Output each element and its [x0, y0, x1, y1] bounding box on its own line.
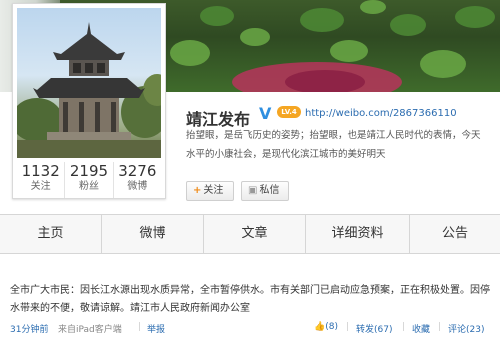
stat-following[interactable]: 1132 关注: [17, 162, 66, 198]
report-link[interactable]: 举报: [147, 322, 165, 335]
lotus-flowers: [285, 70, 365, 92]
lotus-leaf: [200, 6, 234, 26]
collect-link[interactable]: 收藏: [412, 322, 430, 335]
meta-divider: |: [402, 322, 406, 332]
lotus-leaf: [240, 28, 270, 46]
post-meta: 31分钟前 来自iPad客户端 | 举报 👍(8) | 转发(67) | 收藏 …: [10, 322, 500, 338]
profile-tabs: 主页 微博 文章 详细资料 公告: [0, 214, 500, 254]
thumbs-up-icon: 👍: [314, 322, 326, 332]
stat-followers[interactable]: 2195 粉丝: [65, 162, 114, 198]
like-count: (8): [325, 322, 338, 332]
level-badge[interactable]: LV.4: [277, 106, 301, 118]
stat-label: 粉丝: [78, 181, 99, 192]
plus-icon: +: [193, 185, 202, 196]
meta-divider: |: [138, 322, 142, 332]
tab-notice[interactable]: 公告: [410, 215, 500, 253]
lotus-leaf: [390, 14, 426, 36]
comment-link[interactable]: 评论(23): [448, 322, 484, 335]
like-button[interactable]: 👍(8): [314, 322, 338, 332]
post-source: 来自iPad客户端: [58, 325, 122, 335]
tab-weibo[interactable]: 微博: [102, 215, 204, 253]
repost-link[interactable]: 转发(67): [356, 322, 392, 335]
lotus-leaf: [360, 0, 386, 14]
stat-number: 1132: [21, 162, 60, 180]
post-text: 全市广大市民：因长江水源出现水质异常，全市暂停供水。市有关部门已启动应急预案，正…: [10, 285, 490, 314]
profile-url-link[interactable]: http://weibo.com/2867366110: [305, 108, 457, 119]
pavilion-image: [17, 22, 161, 158]
stat-number: 2195: [69, 162, 109, 180]
message-button[interactable]: ▣ 私信: [241, 181, 289, 201]
profile-description: 抬望眼，是岳飞历史的姿势；抬望眼，也是靖江人民时代的表情，今天 水平的小康社会，…: [186, 126, 500, 164]
tab-home[interactable]: 主页: [0, 215, 102, 253]
avatar[interactable]: [17, 8, 161, 158]
description-line-2: 水平的小康社会，是现代化滨江城市的美好明天: [186, 149, 386, 160]
meta-divider: |: [438, 322, 442, 332]
lotus-leaf: [420, 50, 466, 78]
avatar-card: 1132 关注 2195 粉丝 3276 微博: [12, 3, 166, 199]
message-icon: ▣: [248, 185, 258, 196]
follow-label: 关注: [203, 185, 224, 196]
stat-label: 关注: [30, 181, 51, 192]
lotus-leaf: [455, 6, 495, 28]
post-time-link[interactable]: 31分钟前: [10, 322, 48, 335]
message-label: 私信: [259, 185, 280, 196]
follow-button[interactable]: + 关注: [186, 181, 234, 201]
tab-details[interactable]: 详细资料: [306, 215, 410, 253]
lotus-leaf: [300, 8, 344, 32]
verified-icon[interactable]: V: [259, 104, 271, 123]
meta-divider: |: [346, 322, 350, 332]
lotus-leaf: [330, 40, 368, 62]
profile-stats: 1132 关注 2195 粉丝 3276 微博: [17, 162, 161, 198]
description-line-1: 抬望眼，是岳飞历史的姿势；抬望眼，也是靖江人民时代的表情，今天: [186, 130, 481, 141]
stat-label: 微博: [127, 181, 148, 192]
stat-number: 3276: [118, 162, 157, 180]
lotus-leaf: [170, 40, 210, 66]
tab-articles[interactable]: 文章: [204, 215, 306, 253]
stat-posts[interactable]: 3276 微博: [114, 162, 161, 198]
